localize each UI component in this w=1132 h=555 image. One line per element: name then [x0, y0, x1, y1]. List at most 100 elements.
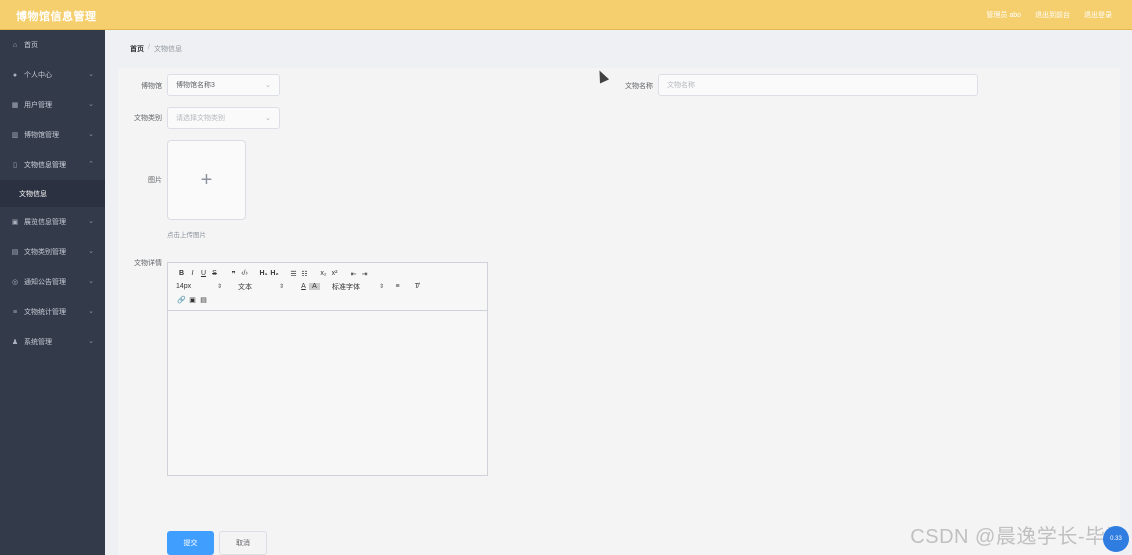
current-user: 管理员 abo	[986, 12, 1021, 19]
paragraph-value: 文本	[238, 283, 252, 291]
main-content: 首页 / 文物信息 博物馆 博物馆名称3 ⌄ 文物名称 文物名称 文物类别 请选…	[105, 30, 1132, 555]
outdent-icon[interactable]: ⇤	[348, 270, 359, 278]
blockquote-icon[interactable]: ❞	[228, 270, 239, 278]
underline-icon[interactable]: U	[198, 270, 209, 277]
bullet-list-icon[interactable]: ☷	[299, 270, 310, 278]
users-icon: ▦	[11, 102, 19, 109]
plus-icon: +	[200, 168, 213, 191]
breadcrumb: 首页 / 文物信息	[130, 44, 182, 54]
cancel-button[interactable]: 取消	[219, 531, 267, 555]
museum-select[interactable]: 博物馆名称3 ⌄	[167, 74, 280, 96]
back-to-front-link[interactable]: 退出到前台	[1035, 10, 1070, 20]
image-icon[interactable]: ▣	[187, 296, 198, 304]
editor-content[interactable]	[168, 311, 487, 475]
sidebar-item-profile[interactable]: ● 个人中心 ⌄	[0, 60, 105, 90]
strike-icon[interactable]: S	[209, 270, 220, 277]
sidebar-item-label: 首页	[24, 42, 38, 49]
top-links: 管理员 abo 退出到前台 退出登录	[986, 10, 1112, 20]
sidebar-item-users[interactable]: ▦ 用户管理 ⌄	[0, 90, 105, 120]
exhibit-icon: ▣	[11, 219, 19, 226]
sidebar-item-label: 通知公告管理	[24, 279, 66, 286]
chevron-down-icon: ⌄	[88, 71, 94, 78]
watermark: CSDN @晨逸学长-毕设	[910, 526, 1126, 548]
sidebar-item-label: 文物类别管理	[24, 249, 66, 256]
sidebar-item-label: 个人中心	[24, 72, 52, 79]
sidebar: ⌂ 首页 ● 个人中心 ⌄ ▦ 用户管理 ⌄ ▥ 博物馆管理 ⌄ ▯ 文物信息管…	[0, 30, 105, 555]
relic-name-input[interactable]: 文物名称	[658, 74, 978, 96]
sidebar-item-label: 文物统计管理	[24, 309, 66, 316]
chevron-down-icon: ⌄	[265, 82, 271, 89]
link-icon[interactable]: 🔗	[176, 296, 187, 304]
sidebar-item-label: 展览信息管理	[24, 219, 66, 226]
sidebar-item-label: 用户管理	[24, 102, 52, 109]
video-icon[interactable]: ▤	[198, 296, 209, 304]
align-icon[interactable]: ≡	[392, 283, 403, 290]
heading1-icon[interactable]: H₁	[258, 270, 269, 277]
font-size-select[interactable]: 14px ⇕	[176, 283, 222, 290]
sidebar-item-system[interactable]: ♟ 系统管理 ⌄	[0, 327, 105, 357]
image-label: 图片	[148, 177, 162, 184]
sidebar-item-home[interactable]: ⌂ 首页	[0, 30, 105, 60]
image-upload-button[interactable]: +	[167, 140, 246, 220]
building-icon: ▥	[11, 132, 19, 139]
chevron-down-icon: ⌄	[88, 218, 94, 225]
sidebar-item-museums[interactable]: ▥ 博物馆管理 ⌄	[0, 120, 105, 150]
chevron-up-icon: ⌃	[88, 161, 94, 168]
category-select[interactable]: 请选择文物类别 ⌄	[167, 107, 280, 129]
submit-button[interactable]: 提交	[167, 531, 214, 555]
details-label: 文物详情	[134, 260, 162, 267]
relic-form: 博物馆 博物馆名称3 ⌄ 文物名称 文物名称 文物类别 请选择文物类别 ⌄ 图片…	[118, 68, 1120, 555]
clear-format-icon[interactable]: T̸	[411, 283, 422, 290]
breadcrumb-home[interactable]: 首页	[130, 44, 144, 54]
heading2-icon[interactable]: H₂	[269, 270, 280, 277]
museum-select-value: 博物馆名称3	[176, 82, 215, 89]
code-block-icon[interactable]: ‹/›	[239, 270, 250, 277]
app-title: 博物馆信息管理	[16, 11, 97, 23]
chevron-down-icon: ⌄	[88, 248, 94, 255]
caret-icon: ⇕	[278, 284, 284, 290]
museum-label: 博物馆	[141, 83, 162, 90]
paragraph-select[interactable]: 文本 ⇕	[238, 282, 284, 292]
font-family-value: 标准字体	[332, 283, 360, 291]
sidebar-item-relics[interactable]: ▯ 文物信息管理 ⌃	[0, 150, 105, 180]
sidebar-item-label: 文物信息管理	[24, 162, 66, 169]
editor-toolbar: B I U S ❞ ‹/› H₁ H₂ ☰ ☷ x₂ x² ⇤ ⇥ 14px ⇕…	[168, 263, 487, 311]
superscript-icon[interactable]: x²	[329, 270, 340, 277]
notice-icon: ◎	[11, 279, 19, 286]
sidebar-subitem-relic-info[interactable]: 文物信息	[0, 180, 105, 207]
italic-icon[interactable]: I	[187, 270, 198, 277]
user-icon: ●	[12, 71, 18, 79]
relic-name-label: 文物名称	[625, 83, 653, 90]
chevron-down-icon: ⌄	[88, 101, 94, 108]
breadcrumb-separator: /	[148, 44, 150, 51]
chevron-down-icon: ⌄	[88, 308, 94, 315]
caret-icon: ⇕	[216, 284, 222, 290]
chevron-down-icon: ⌄	[88, 278, 94, 285]
logout-link[interactable]: 退出登录	[1084, 10, 1112, 20]
font-size-value: 14px	[176, 283, 192, 290]
breadcrumb-current: 文物信息	[153, 46, 182, 53]
sidebar-item-label: 系统管理	[24, 339, 52, 346]
sidebar-item-notices[interactable]: ◎ 通知公告管理 ⌄	[0, 267, 105, 297]
stats-icon: ≡	[12, 308, 18, 316]
bold-icon[interactable]: B	[176, 270, 187, 277]
subscript-icon[interactable]: x₂	[318, 270, 329, 277]
home-icon: ⌂	[12, 41, 18, 49]
font-family-select[interactable]: 标准字体 ⇕	[332, 282, 384, 292]
relic-icon: ▯	[13, 162, 17, 169]
category-select-placeholder: 请选择文物类别	[176, 115, 225, 122]
sidebar-item-label: 博物馆管理	[24, 132, 59, 139]
sidebar-item-categories[interactable]: ▤ 文物类别管理 ⌄	[0, 237, 105, 267]
sidebar-item-stats[interactable]: ≡ 文物统计管理 ⌄	[0, 297, 105, 327]
background-color-icon[interactable]: A	[309, 283, 320, 290]
ordered-list-icon[interactable]: ☰	[288, 270, 299, 278]
floating-badge[interactable]: 0.33	[1103, 526, 1129, 552]
sidebar-item-exhibitions[interactable]: ▣ 展览信息管理 ⌄	[0, 207, 105, 237]
caret-icon: ⇕	[378, 284, 384, 290]
indent-icon[interactable]: ⇥	[359, 270, 370, 278]
font-color-icon[interactable]: A	[298, 283, 309, 290]
chevron-down-icon: ⌄	[88, 131, 94, 138]
chevron-down-icon: ⌄	[265, 115, 271, 122]
rich-text-editor: B I U S ❞ ‹/› H₁ H₂ ☰ ☷ x₂ x² ⇤ ⇥ 14px ⇕…	[167, 262, 488, 476]
top-header: 博物馆信息管理 管理员 abo 退出到前台 退出登录	[0, 0, 1132, 30]
